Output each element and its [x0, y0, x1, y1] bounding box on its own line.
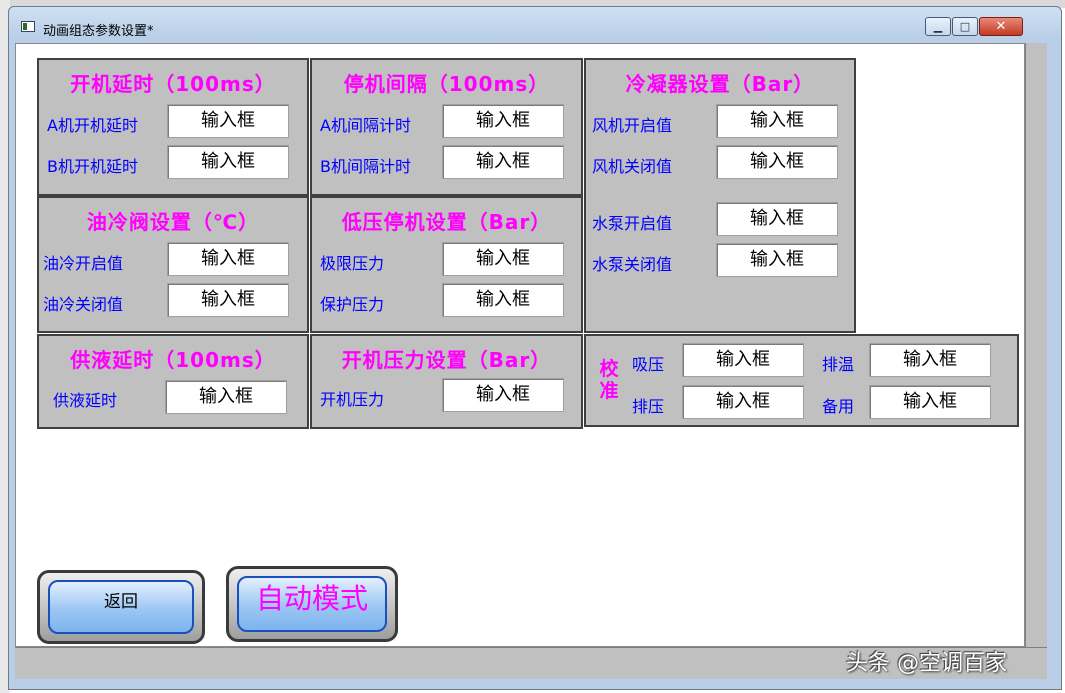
panel-calibration: 校 准 吸压 输入框 排压 输入框 排温 输入框 备用 输入框	[584, 334, 1019, 427]
b-interval-input[interactable]: 输入框	[442, 145, 564, 179]
calibration-title-char: 准	[599, 380, 619, 402]
a-start-delay-label: A机开机延时	[47, 116, 138, 135]
auto-mode-button-label: 自动模式	[237, 576, 387, 632]
panel-start-pressure: 开机压力设置（Bar） 开机压力 输入框	[310, 334, 583, 429]
panel-stop-interval: 停机间隔（100ms） A机间隔计时 输入框 B机间隔计时 输入框	[310, 58, 583, 196]
spare-label: 备用	[822, 397, 855, 416]
spare-input[interactable]: 输入框	[869, 385, 991, 419]
title-bar[interactable]: 动画组态参数设置* ▁ □ ✕	[9, 7, 1061, 43]
auto-mode-button[interactable]: 自动模式	[226, 566, 398, 642]
pump-off-input[interactable]: 输入框	[716, 243, 838, 277]
window-title: 动画组态参数设置*	[43, 24, 154, 39]
pump-off-label: 水泵关闭值	[592, 255, 673, 274]
a-start-delay-input[interactable]: 输入框	[167, 104, 289, 138]
panel-title: 油冷阀设置（℃）	[86, 210, 260, 234]
close-button[interactable]: ✕	[979, 17, 1023, 36]
suction-input[interactable]: 输入框	[682, 343, 804, 377]
b-interval-label: B机间隔计时	[320, 157, 411, 176]
a-interval-input[interactable]: 输入框	[442, 104, 564, 138]
start-pressure-label: 开机压力	[320, 390, 385, 409]
minimize-button[interactable]: ▁	[925, 17, 951, 36]
client-area: 开机延时（100ms） A机开机延时 输入框 B机开机延时 输入框 停机间隔（1…	[15, 43, 1025, 647]
maximize-icon: □	[959, 20, 971, 33]
limit-pressure-input[interactable]: 输入框	[442, 242, 564, 276]
settings-window: 动画组态参数设置* ▁ □ ✕ 开机延时（100ms） A机开机延时 输入框 B…	[8, 6, 1062, 690]
discharge-temp-input[interactable]: 输入框	[869, 343, 991, 377]
back-button-label: 返回	[48, 580, 194, 634]
start-pressure-input[interactable]: 输入框	[442, 378, 564, 412]
liquid-delay-label: 供液延时	[53, 391, 118, 410]
fan-off-label: 风机关闭值	[592, 157, 673, 176]
back-button[interactable]: 返回	[37, 570, 205, 644]
pump-on-label: 水泵开启值	[592, 214, 673, 233]
discharge-temp-label: 排温	[822, 355, 855, 374]
discharge-label: 排压	[632, 397, 665, 416]
discharge-input[interactable]: 输入框	[682, 385, 804, 419]
panel-title: 供液延时（100ms）	[70, 348, 276, 372]
protect-pressure-input[interactable]: 输入框	[442, 283, 564, 317]
panel-title: 停机间隔（100ms）	[343, 72, 550, 96]
fan-on-label: 风机开启值	[592, 116, 673, 135]
panel-title: 开机延时（100ms）	[70, 72, 276, 96]
panel-liquid-delay: 供液延时（100ms） 供液延时 输入框	[37, 334, 309, 429]
minimize-icon: ▁	[933, 20, 943, 33]
panel-condenser: 冷凝器设置（Bar） 风机开启值 输入框 风机关闭值 输入框 水泵开启值 输入框…	[584, 58, 856, 333]
vertical-scrollbar[interactable]	[1025, 43, 1047, 647]
maximize-button[interactable]: □	[952, 17, 978, 36]
watermark: 头条 @空调百家	[846, 651, 1007, 676]
limit-pressure-label: 极限压力	[320, 254, 385, 273]
oil-off-label: 油冷关闭值	[43, 295, 124, 314]
panel-start-delay: 开机延时（100ms） A机开机延时 输入框 B机开机延时 输入框	[37, 58, 309, 196]
app-icon	[21, 21, 35, 32]
close-icon: ✕	[995, 19, 1007, 34]
suction-label: 吸压	[632, 355, 665, 374]
oil-on-label: 油冷开启值	[43, 254, 124, 273]
fan-on-input[interactable]: 输入框	[716, 104, 838, 138]
pump-on-input[interactable]: 输入框	[716, 202, 838, 236]
oil-on-input[interactable]: 输入框	[167, 242, 289, 276]
a-interval-label: A机间隔计时	[320, 116, 411, 135]
b-start-delay-input[interactable]: 输入框	[167, 145, 289, 179]
protect-pressure-label: 保护压力	[320, 295, 385, 314]
fan-off-input[interactable]: 输入框	[716, 145, 838, 179]
panel-oil-cool: 油冷阀设置（℃） 油冷开启值 输入框 油冷关闭值 输入框	[37, 196, 309, 333]
oil-off-input[interactable]: 输入框	[167, 283, 289, 317]
calibration-title-char: 校	[599, 358, 619, 380]
panel-title: 冷凝器设置（Bar）	[625, 72, 815, 96]
panel-low-pressure: 低压停机设置（Bar） 极限压力 输入框 保护压力 输入框	[310, 196, 583, 333]
b-start-delay-label: B机开机延时	[47, 157, 138, 176]
panel-title: 开机压力设置（Bar）	[341, 348, 552, 372]
panel-title: 低压停机设置（Bar）	[341, 210, 552, 234]
liquid-delay-input[interactable]: 输入框	[165, 380, 287, 414]
